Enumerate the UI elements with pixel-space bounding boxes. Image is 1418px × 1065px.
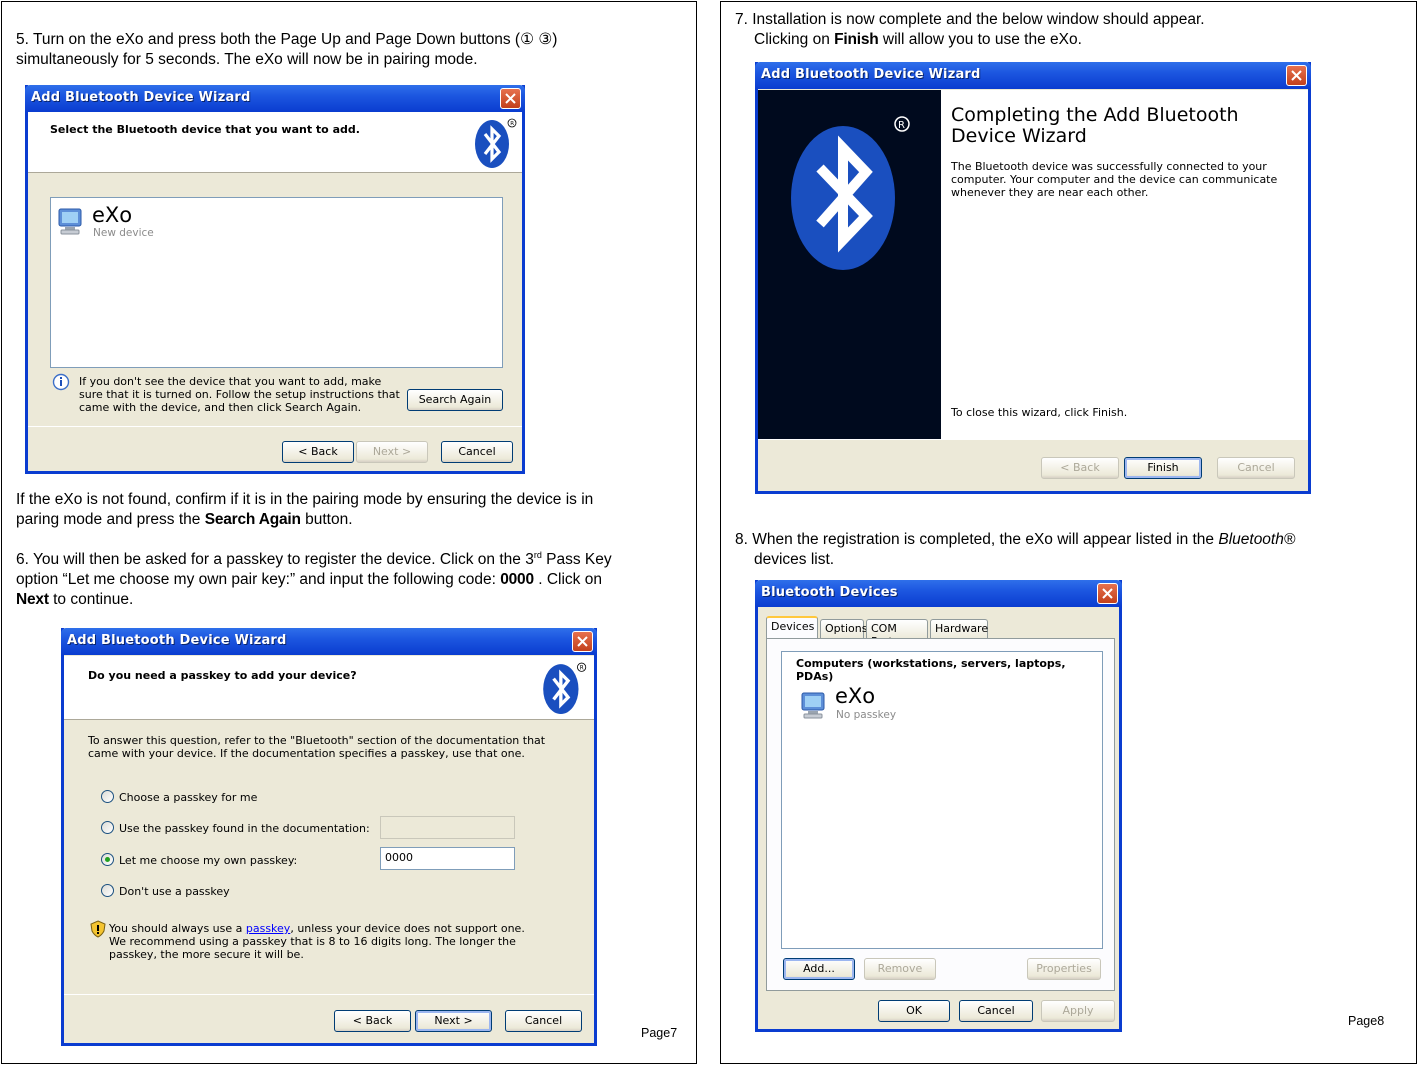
cancel-button[interactable]: Cancel: [959, 1000, 1033, 1022]
close-hint: To close this wizard, click Finish.: [951, 406, 1128, 419]
title-bar[interactable]: Bluetooth Devices: [755, 580, 1122, 607]
cancel-button[interactable]: Cancel: [505, 1010, 582, 1032]
header-panel: Do you need a passkey to add your device…: [64, 656, 594, 720]
finish-button[interactable]: Finish: [1124, 457, 1202, 479]
page-number: Page7: [641, 1026, 678, 1040]
ok-button[interactable]: OK: [878, 1000, 950, 1022]
dialog-title: Bluetooth Devices: [761, 585, 898, 600]
info-text: If you don't see the device that you wan…: [79, 375, 400, 414]
list-item[interactable]: eXo No passkey: [798, 684, 928, 724]
device-status: New device: [93, 227, 154, 239]
title-bar[interactable]: Add Bluetooth Device Wizard: [755, 62, 1311, 89]
radio-documentation-passkey[interactable]: [101, 821, 114, 834]
step-6-text: 6. You will then be asked for a passkey …: [16, 550, 612, 608]
bluetooth-logo-icon: R: [475, 118, 517, 168]
dialog-title: Add Bluetooth Device Wizard: [31, 90, 251, 105]
radio-no-passkey[interactable]: [101, 884, 114, 897]
option-label: Choose a passkey for me: [119, 791, 258, 804]
tab-com-ports[interactable]: COM Ports: [866, 619, 928, 648]
passkey-warning: You should always use a passkey, unless …: [109, 922, 525, 961]
completion-heading: Completing the Add Bluetooth Device Wiza…: [951, 104, 1239, 147]
page-up-symbol: ①: [520, 31, 534, 48]
properties-button[interactable]: Properties: [1027, 958, 1101, 980]
device-name: eXo: [835, 684, 876, 708]
bluetooth-logo-icon: R: [543, 662, 587, 714]
step-5-text: 5. Turn on the eXo and press both the Pa…: [16, 31, 558, 68]
select-device-dialog: Add Bluetooth Device Wizard Select the B…: [25, 85, 525, 474]
separator: [64, 994, 594, 995]
remove-button[interactable]: Remove: [864, 958, 936, 980]
page-number: Page8: [1348, 1014, 1385, 1028]
device-name: eXo: [92, 203, 133, 227]
add-button[interactable]: Add...: [783, 958, 855, 980]
bluetooth-logo-icon: R: [791, 116, 910, 270]
completion-body: The Bluetooth device was successfully co…: [951, 160, 1278, 199]
header-panel: Select the Bluetooth device that you wan…: [28, 112, 522, 173]
header-text: Do you need a passkey to add your device…: [88, 669, 357, 682]
svg-text:R: R: [898, 120, 905, 131]
close-button[interactable]: [500, 88, 521, 109]
close-icon: [577, 636, 588, 647]
bluetooth-devices-dialog: Bluetooth Devices Devices Options COM Po…: [755, 580, 1122, 1032]
cancel-button[interactable]: Cancel: [441, 441, 513, 463]
manual-page-7: 5. Turn on the eXo and press both the Pa…: [1, 1, 697, 1064]
complete-dialog: Add Bluetooth Device Wizard R Completing…: [755, 62, 1311, 494]
passkey-dialog: Add Bluetooth Device Wizard Do you need …: [61, 628, 597, 1046]
computer-device-icon: [801, 692, 825, 719]
svg-text:R: R: [580, 665, 584, 671]
close-button[interactable]: [572, 631, 593, 652]
svg-text:R: R: [510, 121, 514, 127]
dialog-title: Add Bluetooth Device Wizard: [761, 67, 981, 82]
option-label: Let me choose my own passkey:: [119, 854, 298, 867]
title-bar[interactable]: Add Bluetooth Device Wizard: [61, 628, 597, 655]
device-status: No passkey: [836, 709, 897, 721]
wizard-side-banner: R: [758, 90, 941, 439]
group-header: Computers (workstations, servers, laptop…: [796, 657, 1066, 683]
back-button[interactable]: < Back: [334, 1010, 411, 1032]
back-button[interactable]: < Back: [282, 441, 354, 463]
step-7-text: 7. Installation is now complete and the …: [735, 11, 1205, 48]
apply-button[interactable]: Apply: [1041, 1000, 1115, 1022]
back-button[interactable]: < Back: [1041, 457, 1119, 479]
tab-devices[interactable]: Devices: [766, 616, 818, 639]
close-button[interactable]: [1286, 65, 1307, 86]
next-button[interactable]: Next >: [415, 1010, 492, 1032]
close-icon: [1291, 70, 1302, 81]
manual-page-8: 7. Installation is now complete and the …: [720, 1, 1417, 1064]
device-list[interactable]: Computers (workstations, servers, laptop…: [781, 651, 1103, 949]
tab-hardware[interactable]: Hardware: [930, 619, 988, 639]
cancel-button[interactable]: Cancel: [1217, 457, 1295, 479]
security-shield-icon: [90, 920, 106, 938]
radio-own-passkey[interactable]: [101, 853, 114, 866]
device-list[interactable]: eXo New device: [50, 197, 503, 368]
dialog-title: Add Bluetooth Device Wizard: [67, 633, 287, 648]
list-item[interactable]: eXo New device: [55, 202, 185, 239]
own-passkey-input[interactable]: 0000: [380, 847, 515, 870]
computer-device-icon: [58, 208, 82, 235]
title-bar[interactable]: Add Bluetooth Device Wizard: [25, 85, 525, 112]
option-label: Use the passkey found in the documentati…: [119, 822, 370, 835]
search-again-button[interactable]: Search Again: [407, 389, 503, 411]
passkey-link[interactable]: passkey: [246, 922, 290, 935]
header-text: Select the Bluetooth device that you wan…: [50, 123, 360, 136]
separator: [758, 439, 1308, 440]
close-icon: [1102, 588, 1113, 599]
content-panel: Completing the Add Bluetooth Device Wiza…: [941, 90, 1308, 439]
devices-tab-panel: Computers (workstations, servers, laptop…: [766, 638, 1115, 991]
radio-choose-for-me[interactable]: [101, 790, 114, 803]
info-icon: [52, 373, 70, 391]
separator: [28, 426, 522, 427]
page-down-symbol: ③: [538, 31, 553, 48]
next-button[interactable]: Next >: [356, 441, 428, 463]
step-8-text: 8. When the registration is completed, t…: [735, 531, 1296, 568]
tab-options[interactable]: Options: [820, 619, 867, 639]
not-found-text: If the eXo is not found, confirm if it i…: [16, 491, 594, 528]
close-icon: [505, 93, 516, 104]
intro-text: To answer this question, refer to the "B…: [88, 734, 546, 760]
option-label: Don't use a passkey: [119, 885, 230, 898]
tab-strip: Devices Options COM Ports Hardware: [766, 616, 1116, 648]
documentation-passkey-input[interactable]: [380, 816, 515, 839]
close-button[interactable]: [1097, 583, 1118, 604]
